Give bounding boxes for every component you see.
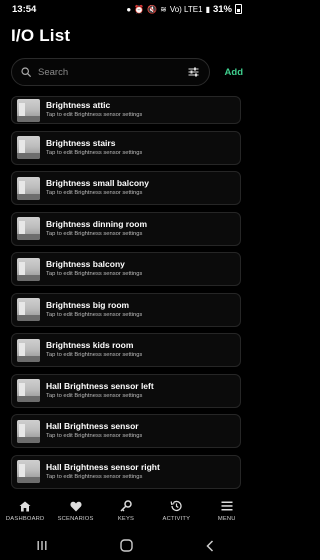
item-title: Brightness small balcony <box>46 178 149 188</box>
alarm-icon: ⏰ <box>134 4 145 14</box>
list-item[interactable]: Hall Brightness sensor right Tap to edit … <box>11 454 241 489</box>
list-item[interactable]: Brightness big room Tap to edit Brightnes… <box>11 292 241 327</box>
item-title: Brightness kids room <box>46 340 134 350</box>
list-item[interactable]: Hall Brightness sensor Tap to edit Bright… <box>11 414 241 448</box>
nav-label: SCENARIOS <box>57 516 94 522</box>
filter-icon[interactable] <box>188 67 199 77</box>
item-title: Hall Brightness sensor <box>46 421 139 431</box>
status-icons: ● ⏰ 🔇 ≋ Vo) LTE1 ▮ 31% <box>126 4 242 15</box>
item-title: Brightness attic <box>46 100 111 110</box>
list-item[interactable]: Hall Brightness sensor left Tap to edit B… <box>11 373 241 408</box>
nav-label: ACTIVITY <box>162 516 191 522</box>
notification-icon: ● <box>126 4 132 14</box>
recent-apps-button[interactable] <box>22 536 62 556</box>
battery-icon <box>235 4 242 14</box>
search-icon <box>21 67 31 77</box>
item-subtitle: Tap to edit Brightness sensor settings <box>46 112 143 118</box>
item-thumbnail <box>17 98 40 122</box>
list-item[interactable]: Brightness balcony Tap to edit Brightness… <box>11 252 241 286</box>
nav-menu[interactable]: MENU <box>202 499 252 522</box>
search-row: Add <box>11 58 243 86</box>
item-subtitle: Tap to edit Brightness sensor settings <box>46 230 143 237</box>
item-thumbnail <box>17 136 40 159</box>
search-input[interactable] <box>38 66 188 78</box>
list-item[interactable]: Brightness kids room Tap to edit Brightne… <box>11 333 241 367</box>
item-thumbnail <box>17 379 40 402</box>
item-subtitle: Tap to edit Brightness sensor settings <box>46 433 143 439</box>
network-label: Vo) LTE1 <box>169 4 203 14</box>
item-subtitle: Tap to edit Brightness sensor settings <box>46 149 143 156</box>
nav-label: KEYS <box>117 516 135 522</box>
back-icon <box>206 539 214 552</box>
item-subtitle: Tap to edit Brightness sensor settings <box>46 473 143 480</box>
battery-percent: 31% <box>212 3 232 15</box>
status-bar: 13:54 ● ⏰ 🔇 ≋ Vo) LTE1 ▮ 31% <box>0 0 252 18</box>
back-button[interactable] <box>190 536 230 556</box>
history-icon <box>170 499 182 513</box>
home-icon <box>19 499 31 513</box>
item-title: Hall Brightness sensor left <box>46 380 154 391</box>
item-subtitle: Tap to edit Brightness sensor settings <box>46 190 143 196</box>
wifi-icon: ≋ <box>160 4 167 14</box>
nav-label: DASHBOARD <box>5 516 45 522</box>
item-thumbnail <box>17 217 40 240</box>
item-thumbnail <box>17 419 40 443</box>
item-thumbnail <box>17 460 40 483</box>
item-title: Hall Brightness sensor right <box>46 461 160 472</box>
item-thumbnail <box>17 338 40 362</box>
nav-scenarios[interactable]: SCENARIOS <box>51 499 101 522</box>
item-subtitle: Tap to edit Brightness sensor settings <box>46 352 143 358</box>
bottom-nav: DASHBOARD SCENARIOS KEYS ACTIVITY MENU <box>0 499 252 531</box>
item-thumbnail <box>17 257 40 281</box>
nav-keys[interactable]: KEYS <box>101 499 151 522</box>
list-item[interactable]: Brightness attic Tap to edit Brightness s… <box>11 96 241 124</box>
page-title: I/O List <box>11 26 71 45</box>
search-box[interactable] <box>11 58 210 86</box>
item-subtitle: Tap to edit Brightness sensor settings <box>46 271 143 277</box>
menu-icon <box>221 499 233 513</box>
key-icon <box>120 499 132 513</box>
heart-icon <box>70 499 82 513</box>
item-thumbnail <box>17 176 40 200</box>
mute-icon: 🔇 <box>147 4 158 14</box>
nav-activity[interactable]: ACTIVITY <box>151 499 201 522</box>
home-button[interactable] <box>106 536 146 556</box>
nav-label: MENU <box>217 516 236 522</box>
list-item[interactable]: Brightness small balcony Tap to edit Brig… <box>11 171 241 205</box>
item-title: Brightness big room <box>46 299 130 310</box>
item-title: Brightness dinning room <box>46 218 148 229</box>
home-circle-icon <box>119 539 133 552</box>
add-button[interactable]: Add <box>225 67 243 78</box>
nav-dashboard[interactable]: DASHBOARD <box>0 499 50 522</box>
status-time: 13:54 <box>12 3 37 15</box>
item-title: Brightness balcony <box>46 259 125 269</box>
system-nav-bar <box>0 531 252 560</box>
list-item[interactable]: Brightness dinning room Tap to edit Brigh… <box>11 211 241 246</box>
item-subtitle: Tap to edit Brightness sensor settings <box>46 392 143 399</box>
item-thumbnail <box>17 298 40 321</box>
signal-icon: ▮ <box>205 4 210 14</box>
recents-icon <box>37 541 47 550</box>
io-list: Brightness attic Tap to edit Brightness s… <box>11 96 241 495</box>
list-item[interactable]: Brightness stairs Tap to edit Brightness … <box>11 130 241 165</box>
item-title: Brightness stairs <box>46 137 116 148</box>
item-subtitle: Tap to edit Brightness sensor settings <box>46 311 143 318</box>
